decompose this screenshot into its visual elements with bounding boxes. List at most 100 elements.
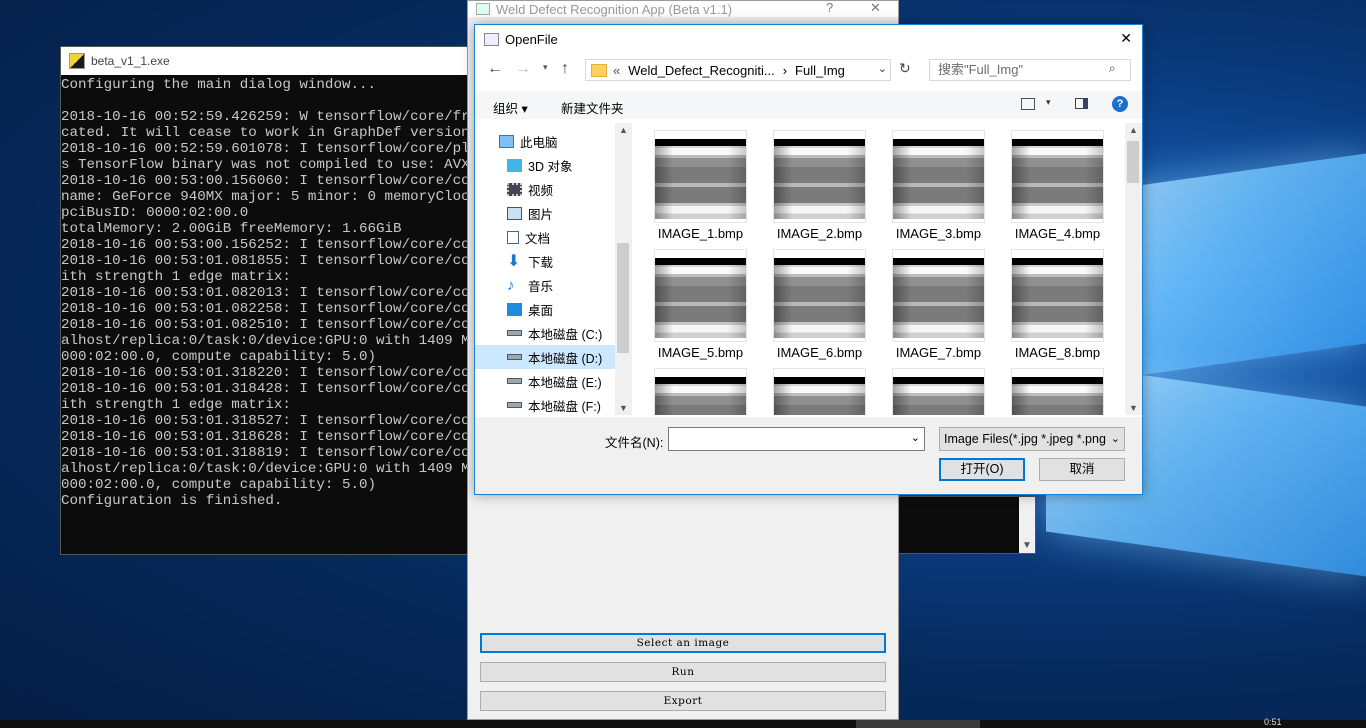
address-separator[interactable]: › [783, 63, 787, 78]
address-segment-parent[interactable]: Weld_Defect_Recogniti... [628, 63, 774, 78]
file-thumbnail[interactable] [1012, 369, 1103, 415]
tree-item-label: 音乐 [528, 279, 554, 294]
console-title: beta_v1_1.exe [91, 54, 170, 68]
tree-item-drive-d[interactable]: 本地磁盘 (D:) [475, 345, 615, 369]
search-icon: ⌕ [1109, 61, 1116, 75]
cancel-button[interactable]: 取消 [1039, 458, 1125, 481]
file-thumbnail[interactable] [774, 131, 865, 222]
console-titlebar[interactable]: beta_v1_1.exe [61, 47, 475, 75]
file-grid: IMAGE_1.bmp IMAGE_2.bmp IMAGE_3.bmp IMAG… [635, 123, 1125, 415]
drive-icon [507, 378, 522, 384]
tree-item-label: 文档 [525, 231, 551, 246]
file-thumbnail[interactable] [774, 250, 865, 341]
file-thumbnail[interactable] [655, 250, 746, 341]
address-segment-current[interactable]: Full_Img [795, 63, 845, 78]
search-input[interactable]: 搜索"Full_Img" [929, 59, 1131, 81]
dialog-close-button[interactable]: ✕ [1120, 30, 1132, 47]
file-type-value: Image Files(*.jpg *.jpeg *.png [944, 432, 1106, 446]
dialog-title: OpenFile [505, 31, 558, 47]
select-image-button[interactable]: Select an image [480, 633, 886, 653]
preview-pane-icon[interactable] [1075, 98, 1088, 109]
file-thumbnail[interactable] [655, 131, 746, 222]
filename-input[interactable]: ⌄ [668, 427, 925, 451]
file-name[interactable]: IMAGE_3.bmp [879, 226, 998, 241]
file-thumbnail[interactable] [774, 369, 865, 415]
back-arrow-icon[interactable]: ← [487, 60, 503, 78]
drive-icon [507, 402, 522, 408]
file-thumbnail[interactable] [1012, 131, 1103, 222]
python-icon [69, 53, 85, 69]
forward-arrow-icon[interactable]: → [515, 60, 531, 78]
scroll-up-icon[interactable]: ▲ [1129, 125, 1138, 135]
app-title: Weld Defect Recognition App (Beta v1.1) [496, 1, 733, 17]
navigation-bar: ← → ▾ ↑ « Weld_Defect_Recogniti... › Ful… [475, 57, 1142, 85]
console-window-edge: ▼ [898, 496, 1036, 554]
app-titlebar[interactable]: Weld Defect Recognition App (Beta v1.1) … [468, 0, 898, 17]
file-name[interactable]: IMAGE_5.bmp [641, 345, 760, 360]
file-name[interactable]: IMAGE_2.bmp [760, 226, 879, 241]
filename-dropdown-icon[interactable]: ⌄ [911, 431, 920, 444]
file-name[interactable]: IMAGE_7.bmp [879, 345, 998, 360]
folder-icon [591, 63, 607, 77]
console-window[interactable]: beta_v1_1.exe Configuring the main dialo… [60, 46, 476, 555]
open-button[interactable]: 打开(O) [939, 458, 1025, 481]
file-grid-scrollbar[interactable]: ▲ ▼ [1125, 123, 1142, 415]
navigation-scrollbar[interactable]: ▲ ▼ [615, 123, 632, 415]
tree-item-label: 视频 [528, 183, 554, 198]
tree-item-label: 图片 [528, 207, 554, 222]
open-file-dialog[interactable]: OpenFile ✕ ← → ▾ ↑ « Weld_Defect_Recogni… [474, 24, 1143, 495]
scroll-thumb[interactable] [617, 243, 629, 353]
tree-item-label: 本地磁盘 (E:) [528, 375, 602, 390]
address-prefix[interactable]: « [613, 63, 620, 78]
tree-item-label: 下载 [528, 255, 554, 270]
help-icon[interactable]: ? [1112, 96, 1128, 112]
file-type-dropdown-icon[interactable]: ⌄ [1108, 428, 1120, 450]
download-icon: ⬇ [507, 252, 521, 270]
new-folder-button[interactable]: 新建文件夹 [561, 98, 624, 117]
navigation-pane: 此电脑 3D 对象 视频 图片 文档 ⬇ 下载 ♪ 音乐 桌面 本地磁盘 (C:… [475, 123, 633, 415]
file-name[interactable]: IMAGE_8.bmp [998, 345, 1117, 360]
recent-dropdown-icon[interactable]: ▾ [543, 62, 548, 73]
chevron-down-icon[interactable]: ▼ [1022, 540, 1032, 551]
scroll-up-icon[interactable]: ▲ [619, 125, 628, 135]
file-type-select[interactable]: Image Files(*.jpg *.jpeg *.png ⌄ [939, 427, 1125, 451]
address-bar[interactable]: « Weld_Defect_Recogniti... › Full_Img ⌄ [585, 59, 891, 81]
video-icon [507, 182, 522, 196]
help-button[interactable]: ? [826, 0, 833, 15]
file-name[interactable]: IMAGE_6.bmp [760, 345, 879, 360]
address-dropdown-icon[interactable]: ⌄ [878, 62, 887, 75]
file-name[interactable]: IMAGE_4.bmp [998, 226, 1117, 241]
drive-icon [507, 354, 522, 360]
file-thumbnail[interactable] [655, 369, 746, 415]
file-thumbnail[interactable] [1012, 250, 1103, 341]
app-icon [476, 3, 490, 15]
dialog-icon [484, 32, 499, 46]
organize-menu[interactable]: 组织 ▾ [493, 98, 528, 117]
file-thumbnail[interactable] [893, 250, 984, 341]
pictures-icon [507, 206, 522, 220]
tree-item-label: 本地磁盘 (F:) [528, 399, 601, 414]
file-thumbnail[interactable] [893, 131, 984, 222]
file-thumbnail[interactable] [893, 369, 984, 415]
up-arrow-icon[interactable]: ↑ [561, 60, 569, 78]
dialog-titlebar[interactable]: OpenFile ✕ [475, 25, 1142, 53]
filename-label: 文件名(N): [605, 436, 664, 450]
scroll-thumb[interactable] [1127, 141, 1139, 183]
documents-icon [507, 230, 519, 244]
scroll-down-icon[interactable]: ▼ [1129, 403, 1138, 413]
run-button[interactable]: Run [480, 662, 886, 682]
tree-item-label: 此电脑 [520, 135, 558, 150]
clock-fragment[interactable]: 0:51 [1264, 717, 1282, 727]
console-scrollbar[interactable]: ▼ [1019, 497, 1035, 553]
view-dropdown-icon[interactable]: ▾ [1046, 97, 1051, 108]
export-button[interactable]: Export [480, 691, 886, 711]
file-name[interactable]: IMAGE_1.bmp [641, 226, 760, 241]
scroll-down-icon[interactable]: ▼ [619, 403, 628, 413]
refresh-icon[interactable]: ↻ [899, 60, 911, 77]
command-bar: 组织 ▾ 新建文件夹 ▾ ? [475, 91, 1142, 119]
taskbar-highlight[interactable] [856, 720, 980, 728]
view-options-icon[interactable] [1021, 98, 1035, 110]
3d-objects-icon [507, 158, 522, 172]
pc-icon [499, 134, 514, 148]
app-close-button[interactable]: ✕ [870, 0, 881, 16]
